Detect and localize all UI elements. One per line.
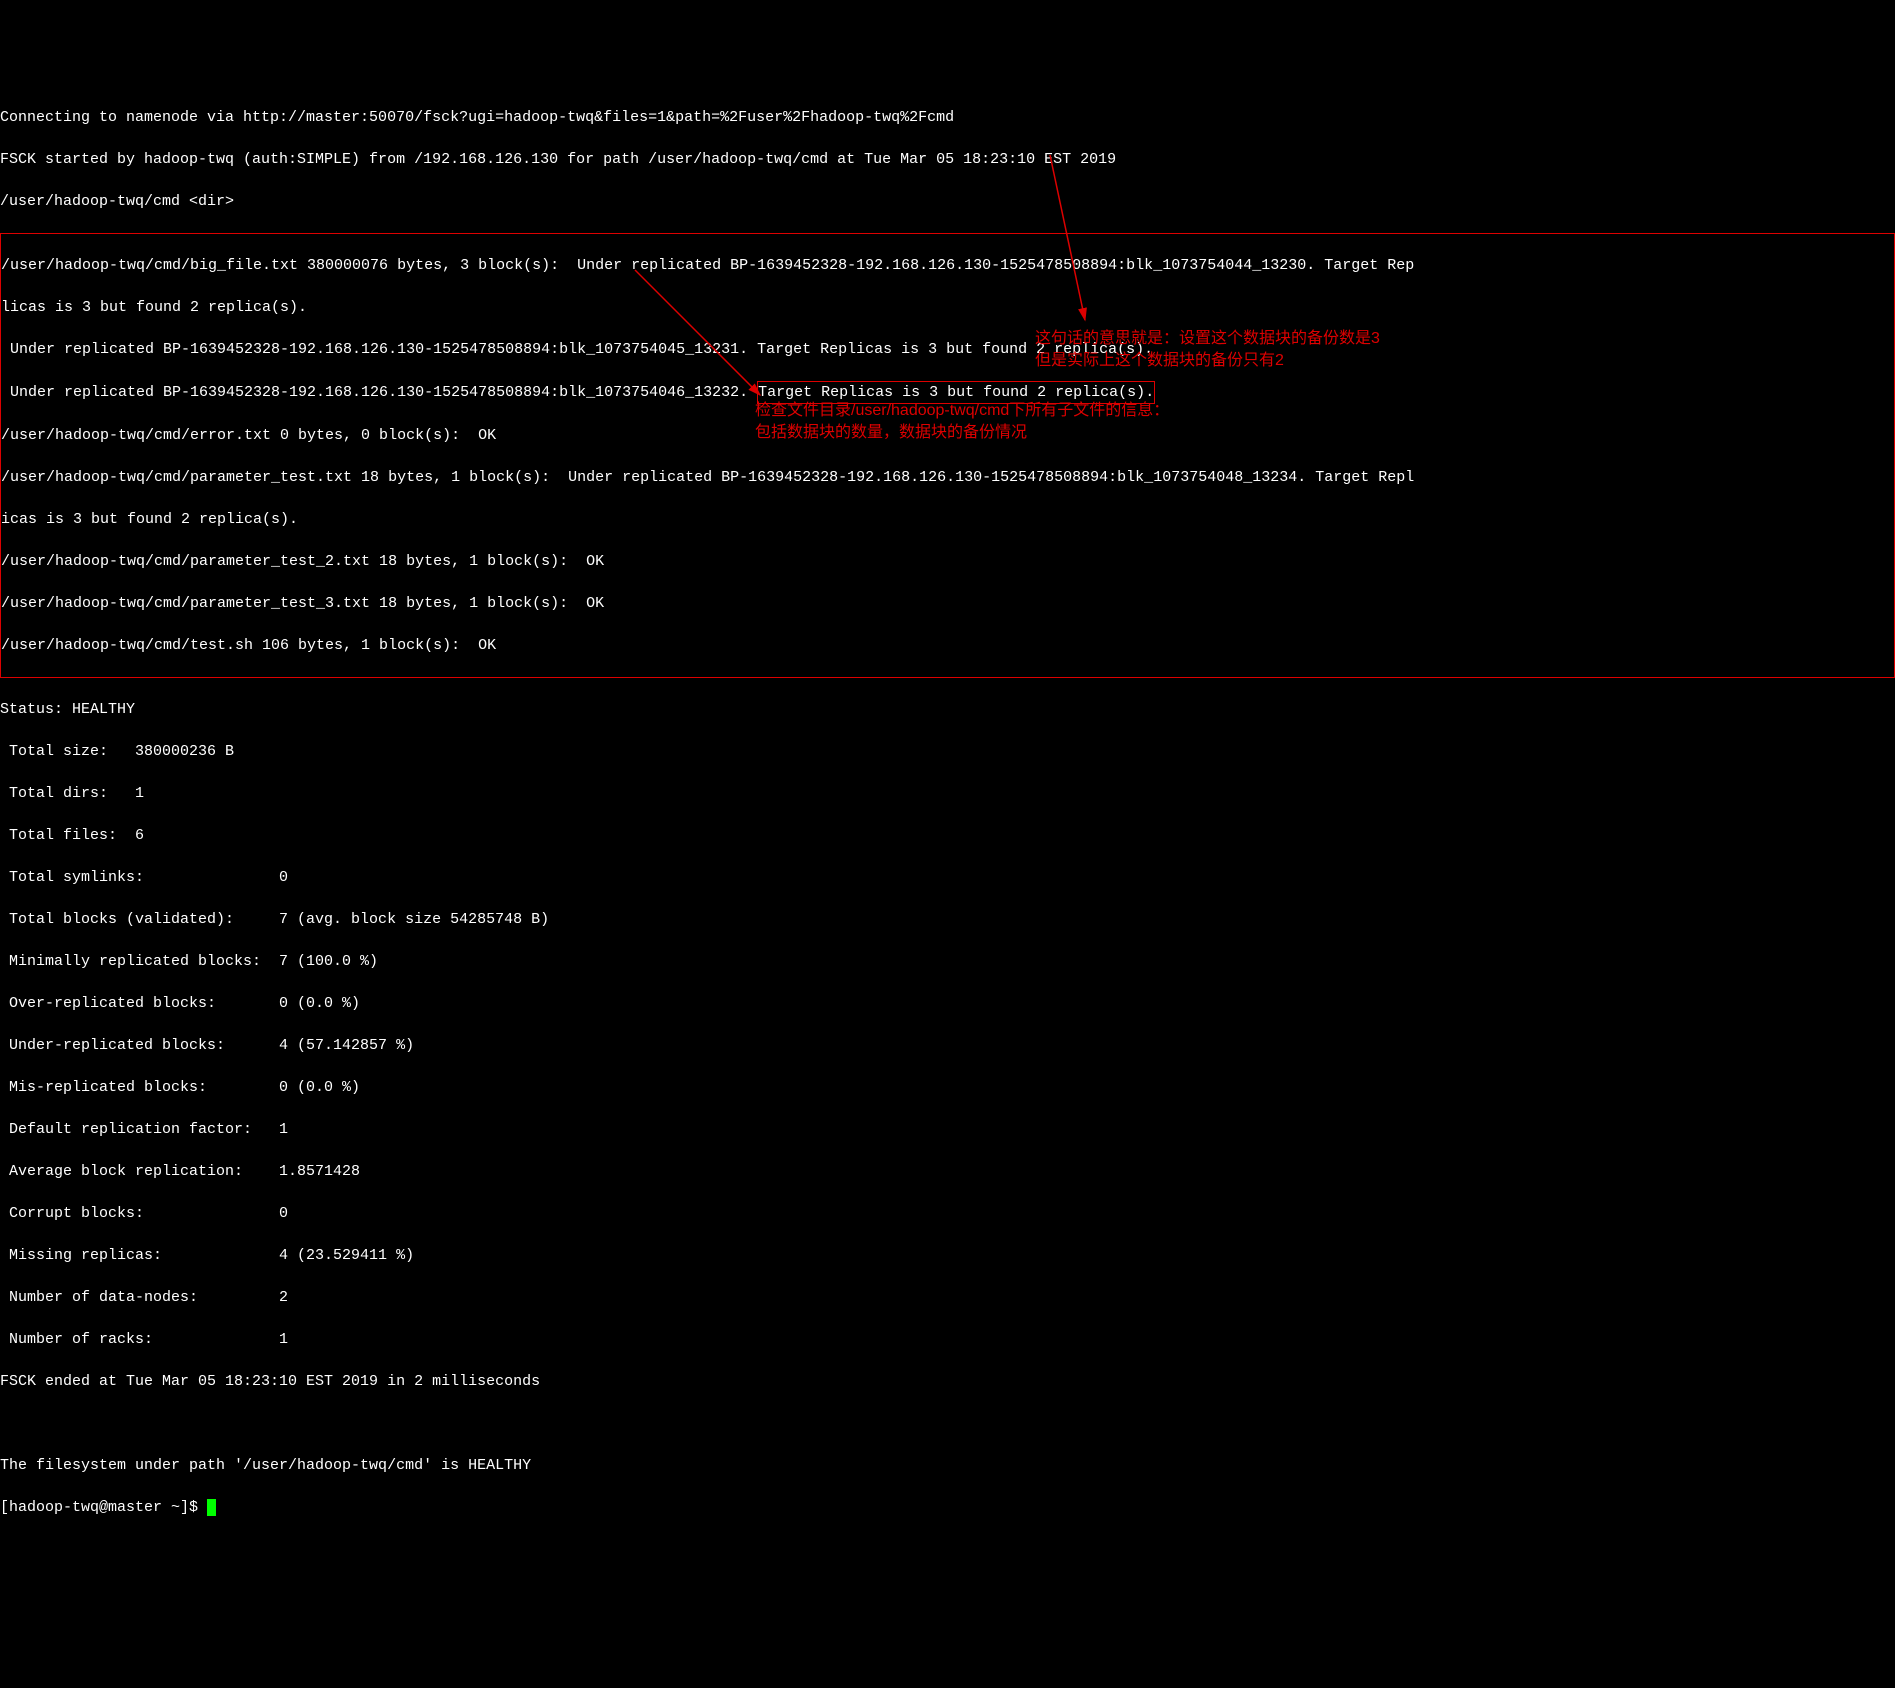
file-bigfile-l1: /user/hadoop-twq/cmd/big_file.txt 380000… (1, 255, 1894, 276)
stat-row: Number of racks: 1 (0, 1329, 1895, 1350)
stat-row: Missing replicas: 4 (23.529411 %) (0, 1245, 1895, 1266)
connect-line: Connecting to namenode via http://master… (0, 107, 1895, 128)
healthy-line: The filesystem under path '/user/hadoop-… (0, 1455, 1895, 1476)
file-listing-box: /user/hadoop-twq/cmd/big_file.txt 380000… (0, 233, 1895, 678)
annotation-filecheck: 检查文件目录/user/hadoop-twq/cmd下所有子文件的信息： 包括数… (755, 400, 1169, 445)
stat-row: Under-replicated blocks: 4 (57.142857 %) (0, 1035, 1895, 1056)
stat-row: Total files: 6 (0, 825, 1895, 846)
dir-line: /user/hadoop-twq/cmd <dir> (0, 191, 1895, 212)
stat-row: Minimally replicated blocks: 7 (100.0 %) (0, 951, 1895, 972)
stat-row: Total size: 380000236 B (0, 741, 1895, 762)
file-paramtest-l2: icas is 3 but found 2 replica(s). (1, 509, 1894, 530)
stat-row: Average block replication: 1.8571428 (0, 1161, 1895, 1182)
file-testsh: /user/hadoop-twq/cmd/test.sh 106 bytes, … (1, 635, 1894, 656)
stat-row: Total dirs: 1 (0, 783, 1895, 804)
file-bigfile-l2: licas is 3 but found 2 replica(s). (1, 297, 1894, 318)
fsck-ended: FSCK ended at Tue Mar 05 18:23:10 EST 20… (0, 1371, 1895, 1392)
status-header: Status: HEALTHY (0, 699, 1895, 720)
file-paramtest3: /user/hadoop-twq/cmd/parameter_test_3.tx… (1, 593, 1894, 614)
cursor-icon (207, 1499, 216, 1516)
stat-row: Number of data-nodes: 2 (0, 1287, 1895, 1308)
file-paramtest-l1: /user/hadoop-twq/cmd/parameter_test.txt … (1, 467, 1894, 488)
stat-row: Total symlinks: 0 (0, 867, 1895, 888)
file-paramtest2: /user/hadoop-twq/cmd/parameter_test_2.tx… (1, 551, 1894, 572)
stat-row: Mis-replicated blocks: 0 (0.0 %) (0, 1077, 1895, 1098)
stat-row: Corrupt blocks: 0 (0, 1203, 1895, 1224)
stat-row: Total blocks (validated): 7 (avg. block … (0, 909, 1895, 930)
under-rep-l1: Under replicated BP-1639452328-192.168.1… (1, 339, 1894, 360)
stat-row: Over-replicated blocks: 0 (0.0 %) (0, 993, 1895, 1014)
annotation-replicas: 这句话的意思就是：设置这个数据块的备份数是3 但是实际上这个数据块的备份只有2 (1035, 328, 1380, 373)
terminal-output: Connecting to namenode via http://master… (0, 84, 1895, 1541)
fsck-start-line: FSCK started by hadoop-twq (auth:SIMPLE)… (0, 149, 1895, 170)
prompt-line[interactable]: [hadoop-twq@master ~]$ (0, 1497, 1895, 1518)
stat-row: Default replication factor: 1 (0, 1119, 1895, 1140)
